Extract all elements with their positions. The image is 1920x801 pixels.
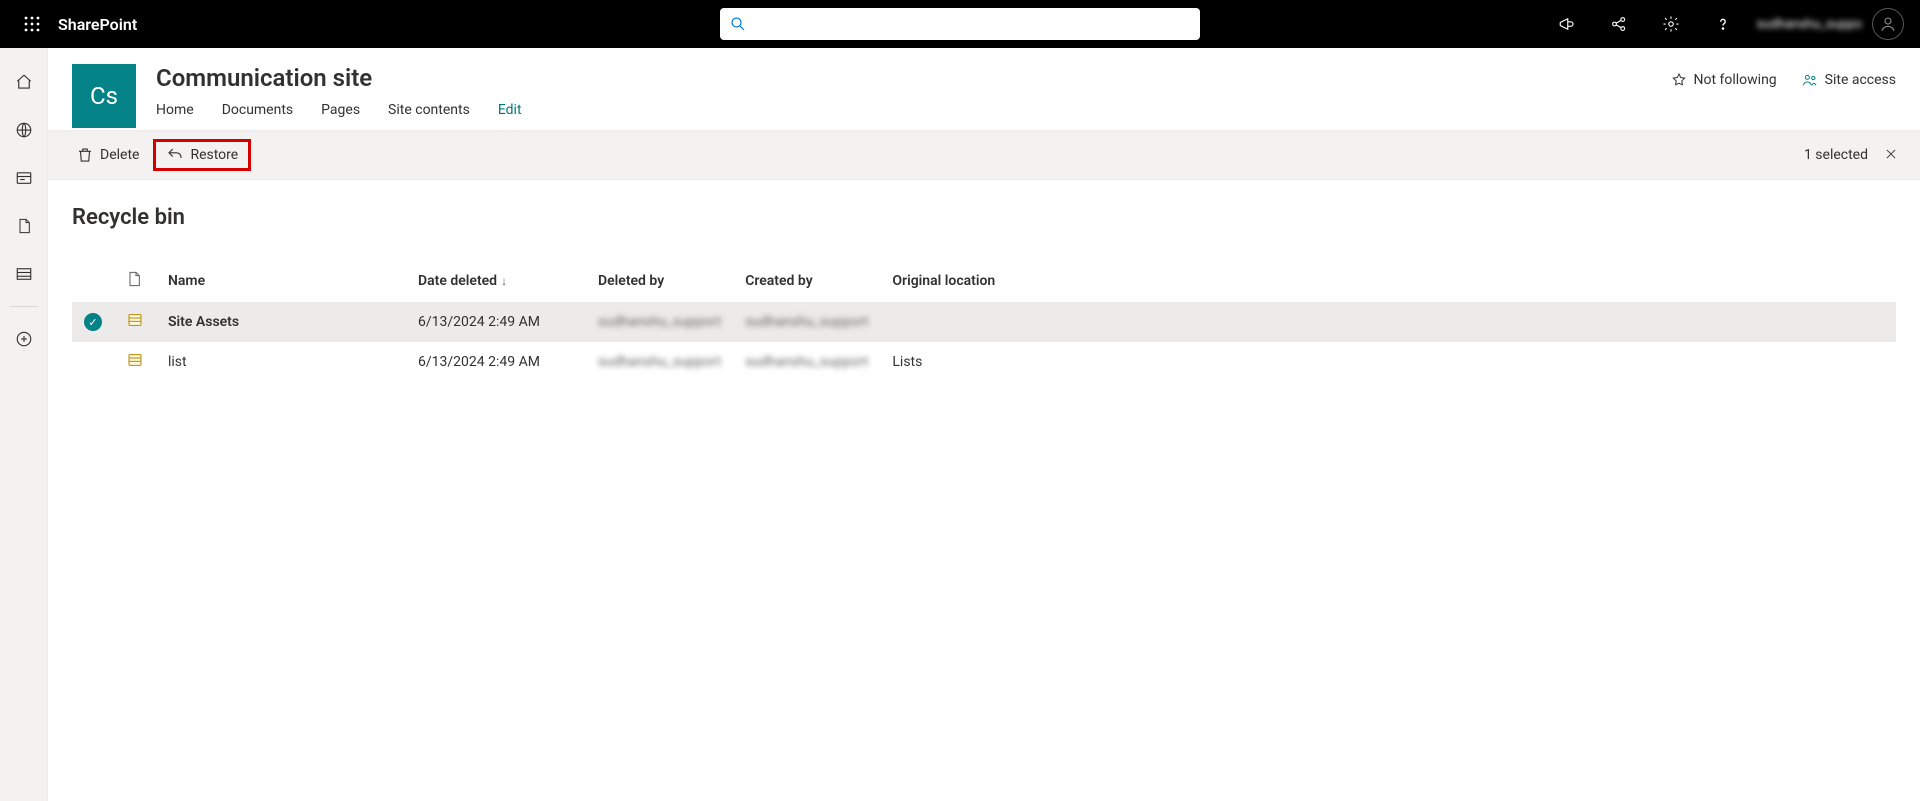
- topbar-right: sudhanshu_suppo: [1543, 0, 1912, 48]
- list-icon: [126, 312, 144, 332]
- search-icon: [730, 16, 746, 32]
- delete-button[interactable]: Delete: [66, 140, 149, 170]
- row-date-deleted: 6/13/2024 2:49 AM: [406, 302, 586, 342]
- col-deleted-by[interactable]: Deleted by: [586, 260, 733, 302]
- row-original-location: [880, 302, 1896, 342]
- site-logo[interactable]: Cs: [72, 64, 136, 128]
- row-original-location: Lists: [880, 342, 1896, 382]
- site-actions: Not following Site access: [1671, 72, 1896, 88]
- page-title: Recycle bin: [72, 205, 1896, 230]
- share-icon[interactable]: [1595, 0, 1643, 48]
- row-deleted-by: sudhanshu_support: [586, 342, 733, 382]
- nav-edit[interactable]: Edit: [498, 102, 522, 118]
- row-name[interactable]: Site Assets: [156, 302, 406, 342]
- rail-separator: [10, 306, 38, 307]
- row-name[interactable]: list: [156, 342, 406, 382]
- help-icon[interactable]: [1699, 0, 1747, 48]
- site-nav: Home Documents Pages Site contents Edit: [156, 102, 1671, 130]
- col-loc-label: Original location: [892, 273, 995, 289]
- col-crby-label: Created by: [745, 273, 812, 289]
- not-following-button[interactable]: Not following: [1671, 72, 1776, 88]
- row-date-deleted: 6/13/2024 2:49 AM: [406, 342, 586, 382]
- site-title[interactable]: Communication site: [156, 64, 1671, 92]
- site-header: Cs Communication site Home Documents Pag…: [48, 48, 1920, 130]
- main-area: Cs Communication site Home Documents Pag…: [48, 48, 1920, 801]
- rail-news-icon[interactable]: [0, 156, 48, 200]
- col-type-icon[interactable]: [114, 260, 156, 302]
- col-delby-label: Deleted by: [598, 273, 664, 289]
- row-select-cell[interactable]: ✓: [72, 302, 114, 342]
- nav-documents[interactable]: Documents: [222, 102, 293, 118]
- clear-selection-button[interactable]: [1880, 142, 1902, 169]
- not-following-label: Not following: [1693, 72, 1776, 88]
- restore-label: Restore: [190, 147, 238, 163]
- selected-count-label: 1 selected: [1804, 147, 1868, 163]
- global-topbar: SharePoint sudhanshu_suppo: [0, 0, 1920, 48]
- col-name-label: Name: [168, 273, 205, 289]
- gear-icon[interactable]: [1647, 0, 1695, 48]
- app-launcher-button[interactable]: [8, 0, 56, 48]
- rail-file-icon[interactable]: [0, 204, 48, 248]
- search-input[interactable]: [754, 16, 1190, 32]
- avatar[interactable]: [1872, 8, 1904, 40]
- list-icon: [126, 352, 144, 372]
- nav-site-contents[interactable]: Site contents: [388, 102, 470, 118]
- delete-label: Delete: [100, 147, 139, 163]
- command-bar: Delete Restore 1 selected: [48, 130, 1920, 180]
- trash-icon: [76, 146, 94, 164]
- search-container: [720, 8, 1200, 40]
- close-icon: [1884, 147, 1898, 161]
- nav-pages[interactable]: Pages: [321, 102, 360, 118]
- recycle-bin-table: Name Date deleted ↓ Deleted by Created by…: [72, 260, 1896, 382]
- restore-button[interactable]: Restore: [153, 139, 251, 171]
- row-created-by: sudhanshu_support: [733, 302, 880, 342]
- row-type-icon-cell: [114, 302, 156, 342]
- check-icon: ✓: [84, 313, 102, 331]
- file-icon: [126, 270, 142, 288]
- people-icon: [1801, 72, 1819, 88]
- rail-list-icon[interactable]: [0, 252, 48, 296]
- col-date-deleted[interactable]: Date deleted ↓: [406, 260, 586, 302]
- table-header-row: Name Date deleted ↓ Deleted by Created by…: [72, 260, 1896, 302]
- table-row[interactable]: ✓Site Assets6/13/2024 2:49 AMsudhanshu_s…: [72, 302, 1896, 342]
- user-name-label: sudhanshu_suppo: [1757, 17, 1862, 32]
- site-access-button[interactable]: Site access: [1801, 72, 1896, 88]
- nav-home[interactable]: Home: [156, 102, 194, 118]
- brand-label: SharePoint: [58, 15, 137, 34]
- star-icon: [1671, 72, 1687, 88]
- row-type-icon-cell: [114, 342, 156, 382]
- megaphone-icon[interactable]: [1543, 0, 1591, 48]
- table-row[interactable]: ✓list6/13/2024 2:49 AMsudhanshu_supports…: [72, 342, 1896, 382]
- search-box[interactable]: [720, 8, 1200, 40]
- col-date-label: Date deleted: [418, 273, 497, 289]
- left-rail: [0, 48, 48, 801]
- undo-icon: [166, 146, 184, 164]
- rail-globe-icon[interactable]: [0, 108, 48, 152]
- site-access-label: Site access: [1825, 72, 1896, 88]
- row-select-cell[interactable]: ✓: [72, 342, 114, 382]
- sort-desc-icon: ↓: [501, 274, 507, 288]
- col-original-location[interactable]: Original location: [880, 260, 1896, 302]
- content-area: Recycle bin Name Date deleted ↓ Deleted b…: [48, 180, 1920, 801]
- rail-home-icon[interactable]: [0, 60, 48, 104]
- col-created-by[interactable]: Created by: [733, 260, 880, 302]
- row-created-by: sudhanshu_support: [733, 342, 880, 382]
- row-deleted-by: sudhanshu_support: [586, 302, 733, 342]
- col-name[interactable]: Name: [156, 260, 406, 302]
- rail-add-icon[interactable]: [0, 317, 48, 361]
